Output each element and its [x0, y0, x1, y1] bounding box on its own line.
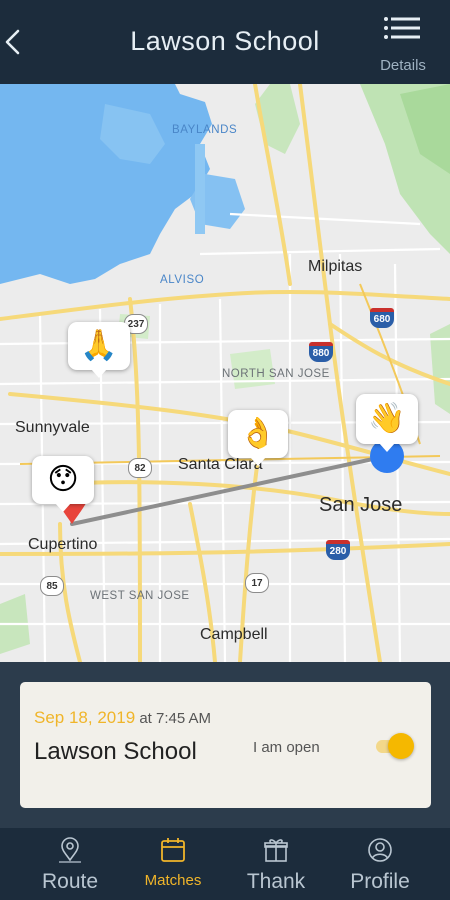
match-time: at 7:45 AM — [135, 710, 212, 727]
waving-hand-emoji-icon: 👋 — [368, 402, 406, 435]
place-san-jose: San Jose — [319, 494, 403, 516]
tab-profile-label: Profile — [350, 870, 410, 893]
tab-route[interactable]: Route — [20, 828, 120, 900]
surprised-face-emoji-icon: 😯 — [47, 463, 79, 496]
ok-hand-emoji-icon: 👌 — [239, 417, 277, 450]
route-shield-880: 880 — [309, 342, 333, 362]
user-icon — [368, 838, 392, 862]
emoji-marker-ok[interactable]: 👌 — [228, 410, 288, 466]
match-date: Sep 18, 2019 at 7:45 AM — [34, 708, 211, 728]
place-cupertino: Cupertino — [28, 536, 98, 553]
details-label: Details — [380, 57, 426, 74]
route-shield-17: 17 — [245, 573, 269, 593]
place-west-san-jose: WEST SAN JOSE — [90, 590, 190, 602]
tab-thank-label: Thank — [246, 870, 306, 893]
details-button[interactable]: Details — [370, 12, 436, 74]
place-sunnyvale: Sunnyvale — [15, 419, 90, 436]
pray-emoji-icon: 🙏 — [80, 329, 118, 362]
calendar-icon — [161, 838, 185, 862]
tab-thank[interactable]: Thank — [226, 828, 326, 900]
gift-icon — [264, 839, 288, 862]
route-shield-85: 85 — [40, 576, 64, 596]
detail-panel: Sep 18, 2019 at 7:45 AM Lawson School I … — [0, 662, 450, 828]
place-campbell: Campbell — [200, 626, 268, 643]
place-baylands: BAYLANDS — [172, 124, 238, 136]
map-view[interactable]: BAYLANDS ALVISO Milpitas NORTH SAN JOSE … — [0, 84, 450, 662]
route-shield-680: 680 — [370, 308, 394, 328]
match-card[interactable]: Sep 18, 2019 at 7:45 AM Lawson School I … — [20, 682, 431, 808]
open-status-toggle[interactable] — [372, 733, 414, 759]
app-header: Lawson School Details — [0, 0, 450, 84]
tab-profile[interactable]: Profile — [330, 828, 430, 900]
match-location-name: Lawson School — [34, 738, 197, 765]
tab-matches[interactable]: Matches — [123, 828, 223, 900]
place-alviso: ALVISO — [160, 274, 205, 286]
route-shield-280: 280 — [326, 540, 350, 560]
tab-matches-label: Matches — [144, 872, 202, 889]
map-pin-icon — [59, 837, 81, 863]
emoji-marker-face[interactable]: 😯 — [32, 456, 94, 512]
place-north-san-jose: NORTH SAN JOSE — [222, 368, 330, 380]
place-milpitas: Milpitas — [308, 258, 363, 275]
emoji-marker-wave[interactable]: 👋 — [356, 394, 418, 452]
emoji-marker-pray[interactable]: 🙏 — [68, 322, 130, 378]
open-status-label: I am open — [253, 739, 320, 756]
list-icon — [384, 17, 420, 39]
toggle-knob — [388, 733, 414, 759]
match-date-value: Sep 18, 2019 — [34, 708, 136, 727]
tab-route-label: Route — [41, 870, 99, 893]
route-shield-82: 82 — [128, 458, 152, 478]
bottom-tab-bar: Route Matches Thank Profile — [0, 828, 450, 900]
